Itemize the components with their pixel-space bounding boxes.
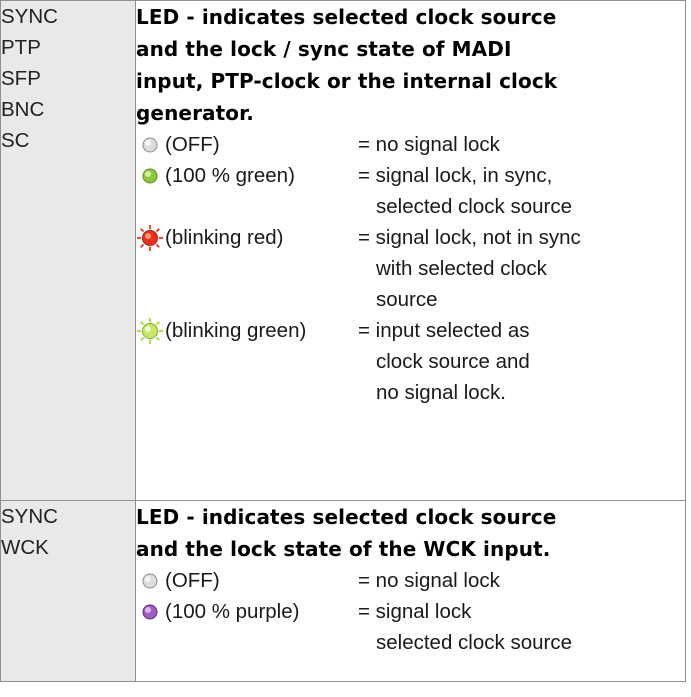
state-meaning: = signal lock, not in sync [358,226,581,249]
state-meaning: no signal lock. [376,381,506,404]
state-label: (blinking green) [165,319,307,342]
state-row-continuation: no signal lock. [136,377,685,408]
description-heading: generator. [136,101,254,125]
state-row-blinking-green: (blinking green) = input selected as [136,315,685,346]
led-label: BNC [1,98,45,121]
state-meaning: = input selected as [358,319,530,342]
led-blinking-red-icon [137,225,163,251]
state-label: (blinking red) [165,226,284,249]
led-label: SYNC [1,505,58,528]
led-label: SFP [1,67,41,90]
state-row-continuation: source [136,284,685,315]
state-label: (OFF) [165,133,220,156]
state-meaning: source [376,288,438,311]
label-cell: SYNC PTP SFP BNC SC [0,0,136,501]
led-blinking-green-icon [137,318,163,344]
state-label: (100 % green) [165,164,295,187]
state-row-off: (OFF) = no signal lock [136,565,685,596]
state-meaning: with selected clock [376,257,547,280]
state-row-off: (OFF) = no signal lock [136,129,685,160]
led-spec-table: SYNC PTP SFP BNC SC LED - indicates sele… [0,0,686,682]
state-row-red: (blinking red) = signal lock, not in syn… [136,222,685,253]
state-label: (100 % purple) [165,600,300,623]
state-row-continuation: with selected clock [136,253,685,284]
state-meaning: selected clock source [376,195,572,218]
led-label: SYNC [1,5,58,28]
state-row-green: (100 % green) = signal lock, in sync, [136,160,685,191]
state-row-continuation: selected clock source [136,627,685,658]
state-meaning: clock source and [376,350,530,373]
led-purple-icon [142,604,158,620]
led-label: WCK [1,536,49,559]
label-cell: SYNC WCK [0,500,136,682]
description-heading: and the lock / sync state of MADI [136,37,512,61]
led-off-icon [142,137,158,153]
description-heading: LED - indicates selected clock source [136,5,557,29]
led-green-icon [142,168,158,184]
description-heading: input, PTP-clock or the internal clock [136,69,558,93]
led-label: SC [1,129,30,152]
state-meaning: = no signal lock [358,133,500,156]
table-row: SYNC PTP SFP BNC SC LED - indicates sele… [0,0,686,501]
description-heading: and the lock state of the WCK input. [136,537,551,561]
led-label: PTP [1,36,41,59]
state-meaning: = signal lock, in sync, [358,164,553,187]
led-off-icon [142,573,158,589]
state-meaning: = no signal lock [358,569,500,592]
state-row-purple: (100 % purple) = signal lock [136,596,685,627]
state-row-continuation: selected clock source [136,191,685,222]
state-row-continuation: clock source and [136,346,685,377]
description-heading: LED - indicates selected clock source [136,505,557,529]
state-meaning: = signal lock [358,600,472,623]
state-label: (OFF) [165,569,220,592]
description-cell: LED - indicates selected clock source an… [135,0,686,501]
table-row: SYNC WCK LED - indicates selected clock … [0,500,686,682]
description-cell: LED - indicates selected clock source an… [135,500,686,682]
state-meaning: selected clock source [376,631,572,654]
